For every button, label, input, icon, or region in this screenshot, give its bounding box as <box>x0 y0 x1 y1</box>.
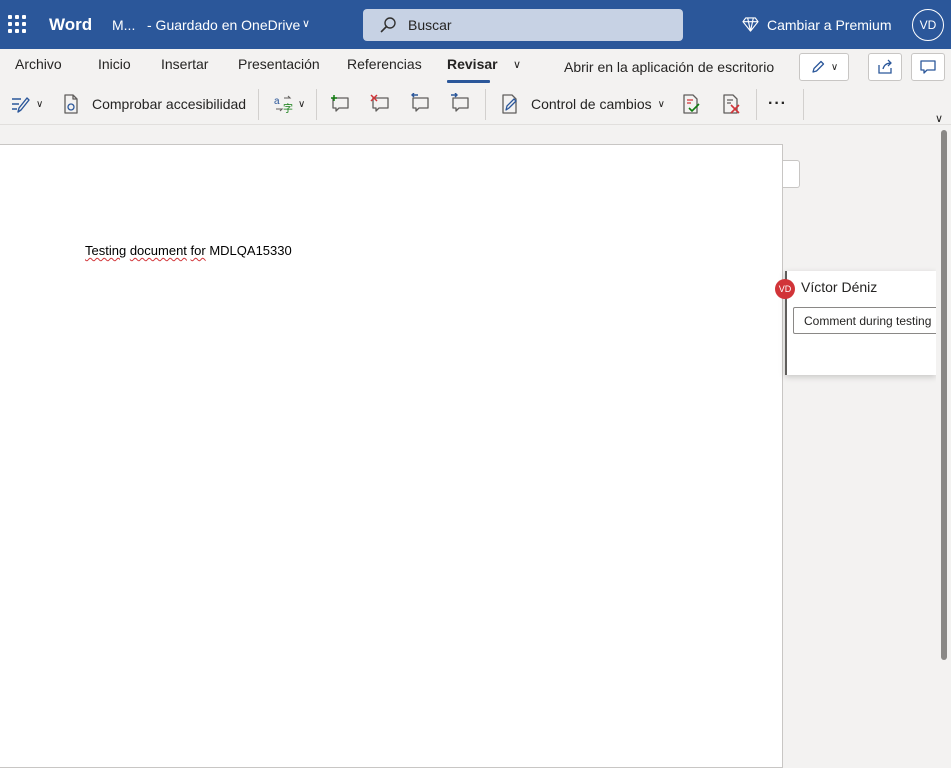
next-comment-button[interactable] <box>449 92 471 116</box>
track-changes-button[interactable]: Control de cambios ∨ <box>499 92 665 116</box>
app-launcher-icon[interactable] <box>8 15 26 33</box>
track-changes-label: Control de cambios <box>531 96 652 112</box>
document-page[interactable] <box>0 144 783 768</box>
tab-revisar[interactable]: Revisar <box>447 56 498 72</box>
language-button[interactable]: a 字 ∨ <box>272 92 305 116</box>
svg-text:a: a <box>274 96 280 107</box>
new-comment-button[interactable] <box>329 92 351 116</box>
delete-comment-button[interactable] <box>369 92 391 116</box>
document-body-text[interactable]: Testing document for MDLQA15330 <box>85 243 292 258</box>
more-tabs-chevron-icon[interactable]: ∨ <box>513 58 521 71</box>
share-icon <box>878 59 892 74</box>
translate-icon: a 字 <box>274 95 293 115</box>
comment-input[interactable]: Comment during testing <box>793 307 951 334</box>
search-placeholder: Buscar <box>408 17 452 33</box>
doc-word: MDLQA15330 <box>209 243 292 258</box>
delete-comment-icon <box>370 94 389 112</box>
search-input[interactable]: Buscar <box>363 9 683 41</box>
premium-label: Cambiar a Premium <box>767 16 892 33</box>
comment-author-avatar: VD <box>775 279 795 299</box>
chevron-down-icon[interactable]: ∨ <box>302 17 310 30</box>
save-status[interactable]: - Guardado en OneDrive <box>147 17 300 33</box>
ribbon-tabs: Archivo Inicio Insertar Presentación Ref… <box>0 49 951 84</box>
chevron-down-icon: ∨ <box>830 61 839 73</box>
pencil-icon <box>812 60 824 73</box>
ribbon-toolbar: ∨ Comprobar accesibilidad a 字 ∨ Control … <box>0 84 951 125</box>
svg-text:字: 字 <box>283 102 293 115</box>
doc-word: for <box>190 243 206 258</box>
chevron-down-icon: ∨ <box>657 98 665 110</box>
tab-insertar[interactable]: Insertar <box>161 56 208 72</box>
accept-change-icon <box>683 94 700 114</box>
new-comment-icon <box>331 95 349 112</box>
editor-pen-icon <box>12 97 30 113</box>
open-in-desktop-button[interactable]: Abrir en la aplicación de escritorio <box>564 59 774 75</box>
comment-author-name: Víctor Déniz <box>801 279 878 295</box>
doc-word: document <box>129 243 187 258</box>
chevron-down-icon: ∨ <box>36 98 44 110</box>
diamond-icon <box>742 17 759 32</box>
active-tab-indicator <box>447 80 490 83</box>
tab-presentacion[interactable]: Presentación <box>238 56 320 72</box>
previous-comment-button[interactable] <box>409 92 431 116</box>
toolbar-divider <box>316 89 317 120</box>
next-comment-icon <box>451 93 469 112</box>
share-button[interactable] <box>868 53 902 81</box>
accessibility-check-button[interactable]: Comprobar accesibilidad <box>60 92 246 116</box>
reject-change-button[interactable] <box>720 92 742 116</box>
comment-anchor-box <box>783 160 800 188</box>
doc-word: Testing <box>85 243 127 258</box>
ribbon-expand-chevron-icon[interactable]: ∨ <box>935 112 943 125</box>
premium-button[interactable]: Cambiar a Premium <box>742 16 891 33</box>
more-options-button[interactable]: ··· <box>768 92 787 116</box>
vertical-scrollbar[interactable] <box>941 130 947 660</box>
toolbar-divider <box>258 89 259 120</box>
reject-change-icon <box>723 94 740 114</box>
comments-button[interactable] <box>911 53 945 81</box>
toolbar-divider <box>485 89 486 120</box>
toolbar-divider <box>756 89 757 120</box>
accept-change-button[interactable] <box>680 92 702 116</box>
accessibility-icon <box>64 94 78 114</box>
previous-comment-icon <box>411 93 429 112</box>
tab-inicio[interactable]: Inicio <box>98 56 131 72</box>
track-changes-icon <box>502 94 517 114</box>
accessibility-label: Comprobar accesibilidad <box>92 96 247 112</box>
tab-archivo[interactable]: Archivo <box>15 56 62 72</box>
comment-icon <box>920 60 936 74</box>
toolbar-divider <box>803 89 804 120</box>
tab-referencias[interactable]: Referencias <box>347 56 422 72</box>
chevron-down-icon: ∨ <box>298 98 306 110</box>
editing-mode-button[interactable]: ∨ <box>799 53 849 81</box>
account-avatar[interactable]: VD <box>912 9 944 41</box>
app-name[interactable]: Word <box>49 15 92 35</box>
document-name[interactable]: M... <box>112 17 135 33</box>
search-icon <box>380 17 396 33</box>
title-bar: Word M... - Guardado en OneDrive ∨ Busca… <box>0 0 951 49</box>
editor-button[interactable]: ∨ <box>10 92 43 116</box>
